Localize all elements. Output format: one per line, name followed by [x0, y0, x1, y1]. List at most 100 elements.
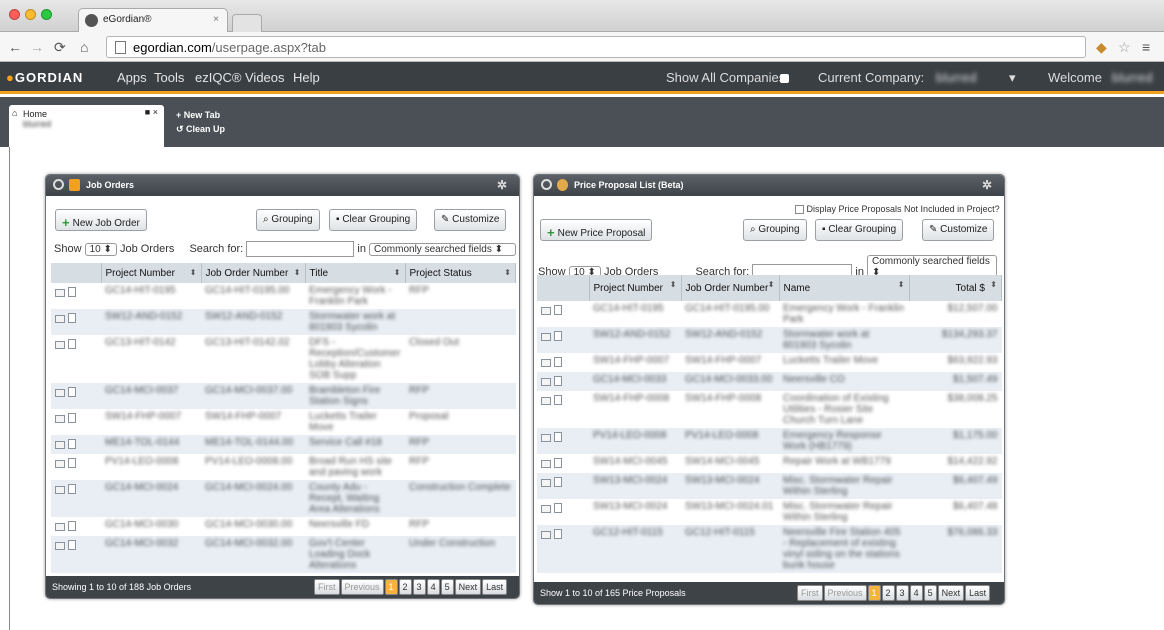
- table-cell[interactable]: SW13-MCI-0024: [589, 473, 681, 499]
- table-row[interactable]: SW12-AND-0152 SW12-AND-0152 Stormwater wor…: [537, 327, 1002, 353]
- clear-grouping-button[interactable]: ▪ Clear Grouping: [329, 209, 418, 231]
- pager-4[interactable]: 4: [426, 579, 440, 595]
- table-row[interactable]: SW13-MCI-0024 SW13-MCI-0024 Misc. Stormwat…: [537, 473, 1002, 499]
- table-cell[interactable]: SW14-FHP-0008: [589, 391, 681, 428]
- table-cell[interactable]: SW14-FHP-0008: [681, 391, 779, 428]
- view-icon[interactable]: [55, 486, 65, 494]
- home-icon[interactable]: ⌂: [80, 39, 88, 55]
- table-cell[interactable]: GC13-HIT-0142: [101, 335, 201, 383]
- document-icon[interactable]: [68, 413, 76, 423]
- table-cell[interactable]: SW13-MCI-0024: [589, 499, 681, 525]
- table-cell[interactable]: SW12-AND-0152: [681, 327, 779, 353]
- table-cell[interactable]: GC14-MCI-0030: [101, 517, 201, 536]
- menu-eziqc[interactable]: ezIQC®: [195, 70, 241, 85]
- minimize-window-icon[interactable]: [25, 9, 36, 20]
- table-cell[interactable]: GC14-MCI-0037.00: [201, 383, 305, 409]
- document-icon[interactable]: [68, 484, 76, 494]
- table-cell[interactable]: GC12-HIT-0115: [681, 525, 779, 573]
- view-icon[interactable]: [55, 289, 65, 297]
- grouping-button[interactable]: ⌕ Grouping: [743, 219, 807, 241]
- document-icon[interactable]: [554, 458, 562, 468]
- table-cell[interactable]: SW14-FHP-0007: [681, 353, 779, 372]
- table-cell[interactable]: SW13-MCI-0024.01: [681, 499, 779, 525]
- new-tab-link[interactable]: + New Tab: [176, 110, 220, 120]
- view-icon[interactable]: [541, 434, 551, 442]
- pager-3[interactable]: 3: [412, 579, 426, 595]
- pager-1[interactable]: 1: [384, 579, 398, 595]
- pager-last[interactable]: Last: [965, 585, 991, 601]
- table-row[interactable]: SW14-MCI-0045 SW14-MCI-0045 Repair Work at…: [537, 454, 1002, 473]
- table-cell[interactable]: GC14-HIT-0195.00: [201, 283, 305, 309]
- table-cell[interactable]: SW14-FHP-0007: [101, 409, 201, 435]
- table-row[interactable]: SW14-FHP-0007 SW14-FHP-0007 Lucketts Trail…: [537, 353, 1002, 372]
- column-header-job-order-number[interactable]: Job Order Number ⬍: [681, 275, 780, 301]
- maximize-window-icon[interactable]: [41, 9, 52, 20]
- table-cell[interactable]: ME14-TOL-0144: [101, 435, 201, 454]
- table-cell[interactable]: SW14-MCI-0045: [681, 454, 779, 473]
- document-icon[interactable]: [554, 305, 562, 315]
- view-icon[interactable]: [55, 523, 65, 531]
- display-proposals-checkbox[interactable]: [795, 205, 804, 215]
- gordian-logo[interactable]: ●GORDIAN: [6, 70, 83, 85]
- table-row[interactable]: GC14-MCI-0032 GC14-MCI-0032.00 Gov't Cente…: [51, 536, 516, 573]
- pager-next[interactable]: Next: [937, 585, 965, 601]
- document-icon[interactable]: [68, 287, 76, 297]
- document-icon[interactable]: [68, 387, 76, 397]
- table-row[interactable]: ME14-TOL-0144 ME14-TOL-0144.00 Service Cal…: [51, 435, 516, 454]
- chrome-menu-icon[interactable]: ≡: [1142, 39, 1150, 55]
- browser-tab[interactable]: eGordian® ×: [78, 8, 228, 32]
- home-tab-controls-icon[interactable]: ■ ×: [145, 107, 158, 117]
- company-dropdown-icon[interactable]: ▾: [1009, 70, 1016, 86]
- pager-next[interactable]: Next: [454, 579, 482, 595]
- pager-1[interactable]: 1: [867, 585, 881, 601]
- new-price-proposal-button[interactable]: + New Price Proposal: [540, 219, 653, 241]
- table-cell[interactable]: GC14-MCI-0024.00: [201, 480, 305, 517]
- table-cell[interactable]: GC14-MCI-0030.00: [201, 517, 305, 536]
- table-cell[interactable]: GC14-MCI-0032.00: [201, 536, 305, 573]
- table-cell[interactable]: SW13-MCI-0024: [681, 473, 779, 499]
- document-icon[interactable]: [554, 331, 562, 341]
- bookmark-star-icon[interactable]: ☆: [1118, 39, 1131, 56]
- view-icon[interactable]: [55, 460, 65, 468]
- view-icon[interactable]: [541, 307, 551, 315]
- table-row[interactable]: SW14-FHP-0008 SW14-FHP-0008 Coordination o…: [537, 391, 1002, 428]
- gear-icon[interactable]: ✲: [497, 178, 507, 192]
- show-all-companies-toggle[interactable]: [780, 74, 789, 83]
- menu-help[interactable]: Help: [293, 70, 320, 85]
- column-header-project-status[interactable]: Project Status ⬍: [405, 263, 516, 283]
- pager-2[interactable]: 2: [398, 579, 412, 595]
- collapse-icon[interactable]: [541, 179, 552, 190]
- view-icon[interactable]: [55, 542, 65, 550]
- grouping-button[interactable]: ⌕ Grouping: [256, 209, 320, 231]
- pager-4[interactable]: 4: [909, 585, 923, 601]
- table-cell[interactable]: GC14-MCI-0033: [589, 372, 681, 391]
- forward-icon[interactable]: →: [30, 39, 44, 55]
- table-row[interactable]: SW12-AND-0152 SW12-AND-0152 Stormwater wor…: [51, 309, 516, 335]
- extension-icon[interactable]: ◆: [1096, 39, 1107, 56]
- document-icon[interactable]: [554, 529, 562, 539]
- pager-previous[interactable]: Previous: [340, 579, 384, 595]
- table-cell[interactable]: ME14-TOL-0144.00: [201, 435, 305, 454]
- pager-previous[interactable]: Previous: [823, 585, 867, 601]
- view-icon[interactable]: [541, 359, 551, 367]
- back-icon[interactable]: ←: [8, 39, 22, 55]
- table-cell[interactable]: GC14-MCI-0037: [101, 383, 201, 409]
- document-icon[interactable]: [68, 540, 76, 550]
- table-cell[interactable]: PV14-LEO-0008: [589, 428, 681, 454]
- new-job-order-button[interactable]: + New Job Order: [55, 209, 147, 231]
- table-cell[interactable]: SW14-FHP-0007: [589, 353, 681, 372]
- table-cell[interactable]: GC14-MCI-0033.00: [681, 372, 779, 391]
- view-icon[interactable]: [541, 531, 551, 539]
- table-row[interactable]: GC13-HIT-0142 GC13-HIT-0142.02 DFS - Recep…: [51, 335, 516, 383]
- view-icon[interactable]: [541, 479, 551, 487]
- table-row[interactable]: SW13-MCI-0024 SW13-MCI-0024.01 Misc. Storm…: [537, 499, 1002, 525]
- table-row[interactable]: PV14-LEO-0008 PV14-LEO-0008 Emergency Resp…: [537, 428, 1002, 454]
- pager-first[interactable]: First: [314, 579, 340, 595]
- collapse-icon[interactable]: [53, 179, 64, 190]
- table-row[interactable]: GC14-MCI-0030 GC14-MCI-0030.00 Neersville …: [51, 517, 516, 536]
- column-header-job-order-number[interactable]: Job Order Number ⬍: [201, 263, 306, 283]
- close-window-icon[interactable]: [9, 9, 20, 20]
- view-icon[interactable]: [541, 460, 551, 468]
- customize-button[interactable]: ✎ Customize: [922, 219, 995, 241]
- table-cell[interactable]: SW12-AND-0152: [101, 309, 201, 335]
